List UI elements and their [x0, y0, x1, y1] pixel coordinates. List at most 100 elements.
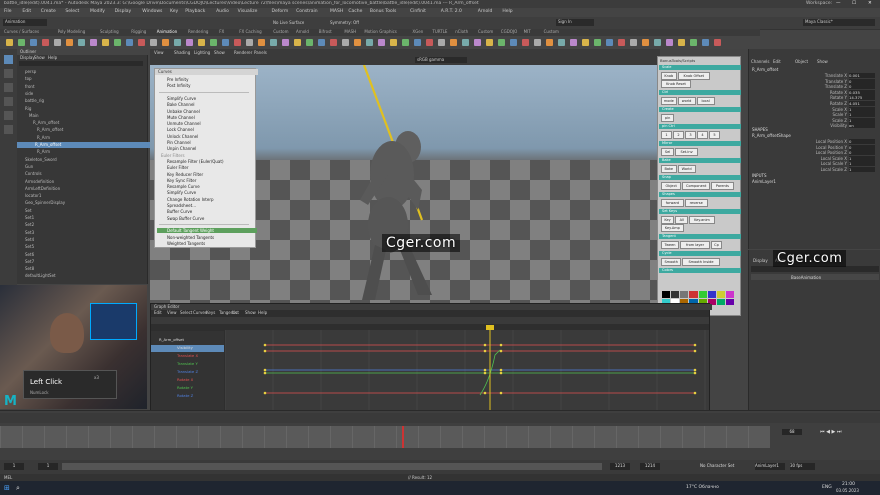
outliner-item[interactable]: ArmLeftDefinition: [25, 186, 60, 192]
graph-menu-show[interactable]: Show: [245, 310, 256, 315]
graph-menu-view[interactable]: View: [167, 310, 177, 315]
shelf-tool-icon[interactable]: [498, 39, 505, 46]
time-slider[interactable]: [0, 426, 770, 448]
shelf-tool-icon[interactable]: [414, 39, 421, 46]
dock-button[interactable]: Knob Reset: [661, 80, 691, 88]
channel-attr-value[interactable]: 1: [849, 106, 875, 112]
curves-menu-item[interactable]: Simplify Curve: [167, 190, 196, 195]
shelf-tool-icon[interactable]: [258, 39, 265, 46]
graph-channel[interactable]: Translate X: [151, 353, 224, 360]
current-frame-field[interactable]: 68: [782, 429, 802, 435]
shelf-tool-icon[interactable]: [102, 39, 109, 46]
curves-menu-item[interactable]: Simplify Curve: [167, 96, 196, 101]
dock-button[interactable]: Tween: [661, 241, 679, 249]
layer-row[interactable]: BaseAnimation: [751, 274, 879, 280]
shelf-tool-icon[interactable]: [438, 39, 445, 46]
shelf-tool-icon[interactable]: [462, 39, 469, 46]
graph-channel[interactable]: Translate Z: [151, 369, 224, 376]
dock-button[interactable]: forward: [661, 199, 684, 207]
cmd-type[interactable]: MEL: [4, 475, 12, 480]
shelf-tool-icon[interactable]: [6, 39, 13, 46]
outliner-item[interactable]: Controls: [25, 171, 42, 177]
channel-attr-value[interactable]: 4.051: [849, 101, 875, 106]
maximize-icon[interactable]: ☐: [852, 1, 856, 6]
lasso-tool-icon[interactable]: [4, 69, 13, 78]
outliner-item[interactable]: locator1: [25, 193, 41, 199]
outliner-item[interactable]: Skeleton_Sword: [25, 157, 57, 163]
outliner-item[interactable]: R_Arm_offset: [33, 120, 59, 126]
shelf-tab[interactable]: Rigging: [131, 29, 146, 34]
menu-mash[interactable]: MASH: [330, 9, 343, 14]
shelf-tool-icon[interactable]: [186, 39, 193, 46]
shelf-tool-icon[interactable]: [594, 39, 601, 46]
color-swatch[interactable]: [707, 291, 716, 298]
shelf-tab[interactable]: MASH: [344, 29, 356, 34]
dock-button[interactable]: 1: [661, 131, 672, 139]
dock-button[interactable]: 5: [709, 131, 720, 139]
channelbox-tab[interactable]: Channels: [751, 59, 770, 64]
outliner-item[interactable]: Set: [25, 208, 32, 214]
viewport-menu-show[interactable]: Show: [214, 50, 225, 55]
shape-attr-value[interactable]: 1: [849, 161, 875, 167]
outliner-item[interactable]: Gun: [25, 164, 33, 170]
shelf-tool-icon[interactable]: [18, 39, 25, 46]
shelf-tool-icon[interactable]: [54, 39, 61, 46]
shelf-tab[interactable]: Bifrost: [319, 29, 332, 34]
dock-button[interactable]: Smooth: [661, 258, 682, 266]
menu-select[interactable]: Select: [65, 9, 79, 14]
outliner-menu-display[interactable]: Display: [20, 55, 35, 60]
menu-constrain[interactable]: Constrain: [296, 9, 318, 14]
dock-button[interactable]: Smooth Inside: [682, 258, 720, 266]
playback-controls[interactable]: ⏮ ◀ ▶ ⏭: [820, 429, 876, 435]
anim-end-field[interactable]: 1213: [610, 463, 630, 470]
shelf-tool-icon[interactable]: [630, 39, 637, 46]
symmetry-label[interactable]: Symmetry: Off: [330, 20, 359, 25]
outliner-item[interactable]: Set8: [25, 266, 34, 272]
menu-file[interactable]: File: [4, 9, 12, 14]
shelf-tool-icon[interactable]: [222, 39, 229, 46]
channel-attr-label[interactable]: Scale Y: [833, 112, 847, 117]
shelf-tool-icon[interactable]: [642, 39, 649, 46]
channel-attr-value[interactable]: 0.035: [849, 89, 875, 95]
curves-menu-item[interactable]: Weighted Tangents: [167, 241, 205, 246]
viewport-menu-panels[interactable]: Panels: [254, 50, 267, 55]
channelbox-tab[interactable]: Object: [795, 59, 808, 64]
curves-menu-item[interactable]: Mute Channel: [167, 115, 195, 120]
curves-menu-item[interactable]: Buffer Curve: [167, 209, 192, 214]
channel-attr-label[interactable]: Rotate Y: [830, 95, 847, 100]
colorspace-selector[interactable]: sRGB gamma: [415, 57, 467, 63]
live-surface-label[interactable]: No Live Surface: [273, 20, 304, 25]
dock-button[interactable]: local: [696, 97, 715, 105]
shelf-tool-icon[interactable]: [450, 39, 457, 46]
shelf-tool-icon[interactable]: [270, 39, 277, 46]
search-icon[interactable]: ⌕: [16, 484, 20, 493]
paint-tool-icon[interactable]: [4, 83, 13, 92]
color-swatch[interactable]: [716, 298, 725, 305]
shape-attr-label[interactable]: Local Scale X: [821, 156, 847, 161]
menu-deform[interactable]: Deform: [272, 9, 289, 14]
graph-menu-help[interactable]: Help: [258, 310, 267, 315]
scale-tool-icon[interactable]: [4, 125, 13, 134]
graph-channel[interactable]: Rotate Z: [151, 393, 224, 400]
menu-playback[interactable]: Playback: [185, 9, 205, 14]
shelf-tab[interactable]: MIT: [524, 29, 531, 34]
graph-menu-select[interactable]: Select: [180, 310, 192, 315]
shelf-tool-icon[interactable]: [714, 39, 721, 46]
outliner-item[interactable]: front: [25, 84, 35, 90]
menu-audio[interactable]: Audio: [216, 9, 229, 14]
shelf-tool-icon[interactable]: [246, 39, 253, 46]
dock-button[interactable]: from layer: [680, 241, 710, 249]
shelf-tool-icon[interactable]: [30, 39, 37, 46]
select-tool-icon[interactable]: [4, 55, 13, 64]
menu-key[interactable]: Key: [170, 9, 178, 14]
shelf-tool-icon[interactable]: [378, 39, 385, 46]
curves-menu-item[interactable]: Lock Channel: [167, 127, 194, 132]
dock-button[interactable]: Key: [661, 216, 675, 224]
shelf-tab[interactable]: CGDOJO: [501, 29, 517, 34]
dock-button[interactable]: mode: [661, 97, 677, 105]
color-swatch[interactable]: [689, 291, 698, 298]
shape-attr-label[interactable]: Local Scale Y: [821, 161, 847, 166]
dock-button[interactable]: Set.inv: [675, 148, 698, 156]
workspace-selector[interactable]: Maya Classic*: [803, 19, 875, 26]
channel-attr-value[interactable]: 1: [849, 112, 875, 118]
